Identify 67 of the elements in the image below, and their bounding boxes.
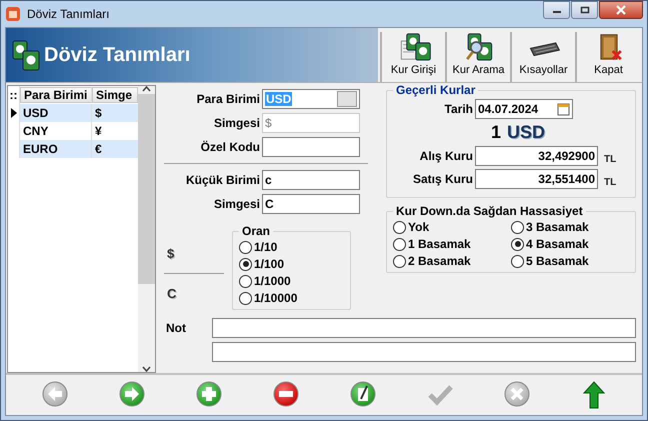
input-field[interactable]: C [262,194,360,214]
money-icon [12,39,40,71]
radio-option[interactable]: 1/100 [239,257,344,271]
radio-option[interactable]: 1/10000 [239,291,344,305]
close-button[interactable] [599,1,643,19]
amount-text: 1 [490,122,501,143]
date-field[interactable]: 04.07.2024 [475,99,573,119]
field-label: Alış Kuru [418,149,473,163]
toolbar-button[interactable] [272,381,300,409]
input-field[interactable]: c [262,170,360,190]
field-label: Simgesi [212,197,260,211]
minus-icon [272,381,298,409]
radio-option[interactable]: 3 Basamak [511,220,629,234]
currency-symbol: C [166,286,178,300]
calendar-icon[interactable] [557,102,570,116]
plus-icon [196,381,222,409]
field-label: Para Birimi [196,92,260,106]
scroll-up-icon[interactable] [142,86,151,92]
maximize-icon [580,6,590,14]
input-field[interactable] [212,318,636,338]
column-header[interactable]: Para Birimi [20,87,92,103]
toolbar-button[interactable]: Kur Arama [445,32,510,82]
input-field[interactable] [212,342,636,362]
minimize-button[interactable] [543,1,570,19]
up-arrow-icon [580,381,606,409]
field-label: Simgesi [212,116,260,130]
ratio-group: Oran 1/10 1/100 1/1000 1/10000 [232,224,351,310]
window-title: Döviz Tanımları [27,7,110,21]
currency-code: USD [507,122,546,143]
currency-unit: TL [604,152,616,164]
radio-option[interactable]: 1/10 [239,240,344,254]
input-field[interactable] [262,137,360,157]
input-field[interactable]: 32,551400 [475,169,598,189]
table-cell[interactable]: ¥ [92,122,138,140]
maximize-button[interactable] [571,1,598,19]
currency-unit: TL [604,176,616,188]
field-label: Satış Kuru [412,172,473,186]
table-cell[interactable]: $ [92,104,138,122]
table-cell[interactable]: € [92,140,138,158]
field-label: Tarih [444,102,473,116]
pencil-icon [350,381,376,409]
scrollbar[interactable] [138,86,155,372]
toolbar-button[interactable]: Kapat [575,32,640,82]
x-icon [504,381,530,409]
radio-option[interactable]: 2 Basamak [393,254,511,268]
radio-option[interactable]: 1 Basamak [393,237,511,251]
rates-group: Geçerli Kurlar Tarih 04.07.2024 1 USD Alış Kuru 32,492900 TL Satış Kuru 32,551400 TL [386,83,636,198]
toolbar-button[interactable]: Kur Girişi [380,32,445,82]
toolbar-button[interactable] [348,381,376,409]
column-header[interactable]: Simge [92,87,138,103]
radio-option[interactable]: 1/1000 [239,274,344,288]
radio-option[interactable]: 5 Basamak [511,254,629,268]
header-title: Döviz Tanımları [44,44,190,66]
close-icon [615,5,627,15]
app-icon [5,6,21,22]
input-field[interactable]: 32,492900 [475,146,598,166]
field-label: Not [165,320,187,335]
scroll-down-icon[interactable] [142,366,151,372]
field-label: Küçük Birimi [184,173,260,187]
table-cell[interactable]: EURO [20,140,92,158]
currency-symbol: $ [166,246,176,260]
toolbar-button[interactable]: Kısayollar [510,32,575,82]
precision-group: Kur Down.da Sağdan Hassasiyet Yok 1 Basamak 2 Basamak 3 Basamak 4 Basamak 5 Basamak [386,204,636,273]
radio-option[interactable]: 4 Basamak [511,237,629,251]
table-cell[interactable]: USD [20,104,92,122]
radio-option[interactable]: Yok [393,220,511,234]
field-label: Özel Kodu [200,140,260,154]
